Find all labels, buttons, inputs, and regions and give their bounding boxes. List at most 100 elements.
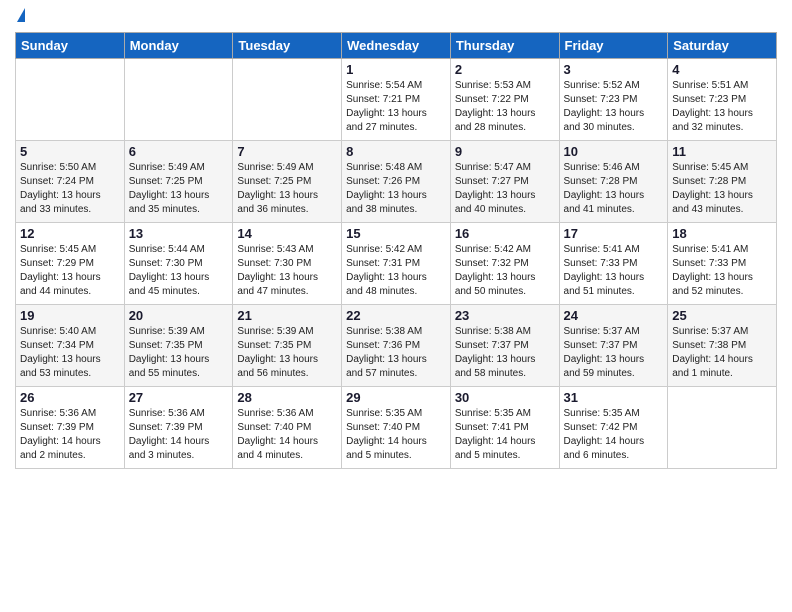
- weekday-header-cell: Sunday: [16, 33, 125, 59]
- day-info: Sunrise: 5:50 AMSunset: 7:24 PMDaylight:…: [20, 161, 120, 217]
- calendar-cell: 8 Sunrise: 5:48 AMSunset: 7:26 PMDaylight…: [342, 141, 451, 223]
- calendar-cell: [124, 59, 233, 141]
- day-number: 30: [455, 390, 555, 405]
- day-number: 20: [129, 308, 229, 323]
- day-number: 15: [346, 226, 446, 241]
- calendar-cell: 6 Sunrise: 5:49 AMSunset: 7:25 PMDaylight…: [124, 141, 233, 223]
- day-number: 4: [672, 62, 772, 77]
- calendar-week-row: 26 Sunrise: 5:36 AMSunset: 7:39 PMDayligh…: [16, 387, 777, 469]
- calendar-cell: 18Sunrise: 5:41 AMSunset: 7:33 PMDayligh…: [668, 223, 777, 305]
- calendar-cell: 10 Sunrise: 5:46 AMSunset: 7:28 PMDayligh…: [559, 141, 668, 223]
- day-number: 10: [564, 144, 664, 159]
- day-number: 25: [672, 308, 772, 323]
- day-number: 9: [455, 144, 555, 159]
- day-number: 5: [20, 144, 120, 159]
- calendar-cell: [16, 59, 125, 141]
- calendar-week-row: 12 Sunrise: 5:45 AMSunset: 7:29 PMDayligh…: [16, 223, 777, 305]
- day-info: Sunrise: 5:48 AMSunset: 7:26 PMDaylight:…: [346, 161, 446, 217]
- weekday-header-cell: Tuesday: [233, 33, 342, 59]
- day-number: 16: [455, 226, 555, 241]
- calendar-cell: 19 Sunrise: 5:40 AMSunset: 7:34 PMDayligh…: [16, 305, 125, 387]
- calendar-cell: 30 Sunrise: 5:35 AMSunset: 7:41 PMDayligh…: [450, 387, 559, 469]
- day-number: 8: [346, 144, 446, 159]
- day-info: Sunrise: 5:51 AMSunset: 7:23 PMDaylight:…: [672, 79, 772, 135]
- weekday-header-cell: Friday: [559, 33, 668, 59]
- day-info: Sunrise: 5:38 AMSunset: 7:36 PMDaylight:…: [346, 325, 446, 381]
- weekday-header-row: SundayMondayTuesdayWednesdayThursdayFrid…: [16, 33, 777, 59]
- calendar-cell: 9 Sunrise: 5:47 AMSunset: 7:27 PMDaylight…: [450, 141, 559, 223]
- day-info: Sunrise: 5:41 AMSunset: 7:33 PMDaylight:…: [564, 243, 664, 299]
- day-info: Sunrise: 5:35 AMSunset: 7:42 PMDaylight:…: [564, 407, 664, 463]
- calendar-cell: 2 Sunrise: 5:53 AMSunset: 7:22 PMDaylight…: [450, 59, 559, 141]
- day-info: Sunrise: 5:52 AMSunset: 7:23 PMDaylight:…: [564, 79, 664, 135]
- day-info: Sunrise: 5:45 AMSunset: 7:29 PMDaylight:…: [20, 243, 120, 299]
- day-info: Sunrise: 5:39 AMSunset: 7:35 PMDaylight:…: [237, 325, 337, 381]
- calendar-cell: 7 Sunrise: 5:49 AMSunset: 7:25 PMDaylight…: [233, 141, 342, 223]
- day-number: 7: [237, 144, 337, 159]
- day-info: Sunrise: 5:37 AMSunset: 7:38 PMDaylight:…: [672, 325, 772, 381]
- day-info: Sunrise: 5:40 AMSunset: 7:34 PMDaylight:…: [20, 325, 120, 381]
- calendar-cell: 14Sunrise: 5:43 AMSunset: 7:30 PMDayligh…: [233, 223, 342, 305]
- day-info: Sunrise: 5:44 AMSunset: 7:30 PMDaylight:…: [129, 243, 229, 299]
- day-info: Sunrise: 5:46 AMSunset: 7:28 PMDaylight:…: [564, 161, 664, 217]
- day-info: Sunrise: 5:37 AMSunset: 7:37 PMDaylight:…: [564, 325, 664, 381]
- calendar-cell: 21Sunrise: 5:39 AMSunset: 7:35 PMDayligh…: [233, 305, 342, 387]
- weekday-header-cell: Wednesday: [342, 33, 451, 59]
- day-info: Sunrise: 5:54 AMSunset: 7:21 PMDaylight:…: [346, 79, 446, 135]
- calendar-cell: 12 Sunrise: 5:45 AMSunset: 7:29 PMDayligh…: [16, 223, 125, 305]
- day-number: 19: [20, 308, 120, 323]
- day-number: 13: [129, 226, 229, 241]
- calendar-cell: 13 Sunrise: 5:44 AMSunset: 7:30 PMDayligh…: [124, 223, 233, 305]
- day-number: 22: [346, 308, 446, 323]
- logo-triangle-icon: [17, 8, 25, 22]
- calendar-week-row: 1Sunrise: 5:54 AMSunset: 7:21 PMDaylight…: [16, 59, 777, 141]
- calendar-cell: 4 Sunrise: 5:51 AMSunset: 7:23 PMDaylight…: [668, 59, 777, 141]
- day-info: Sunrise: 5:49 AMSunset: 7:25 PMDaylight:…: [237, 161, 337, 217]
- header-row: [15, 10, 777, 24]
- day-info: Sunrise: 5:36 AMSunset: 7:40 PMDaylight:…: [237, 407, 337, 463]
- calendar-cell: 29 Sunrise: 5:35 AMSunset: 7:40 PMDayligh…: [342, 387, 451, 469]
- calendar-cell: 15 Sunrise: 5:42 AMSunset: 7:31 PMDayligh…: [342, 223, 451, 305]
- calendar-week-row: 19 Sunrise: 5:40 AMSunset: 7:34 PMDayligh…: [16, 305, 777, 387]
- day-number: 2: [455, 62, 555, 77]
- day-info: Sunrise: 5:42 AMSunset: 7:31 PMDaylight:…: [346, 243, 446, 299]
- calendar-week-row: 5 Sunrise: 5:50 AMSunset: 7:24 PMDaylight…: [16, 141, 777, 223]
- day-info: Sunrise: 5:38 AMSunset: 7:37 PMDaylight:…: [455, 325, 555, 381]
- day-number: 11: [672, 144, 772, 159]
- day-number: 17: [564, 226, 664, 241]
- calendar-cell: 11 Sunrise: 5:45 AMSunset: 7:28 PMDayligh…: [668, 141, 777, 223]
- calendar-cell: 22 Sunrise: 5:38 AMSunset: 7:36 PMDayligh…: [342, 305, 451, 387]
- calendar-cell: 20Sunrise: 5:39 AMSunset: 7:35 PMDayligh…: [124, 305, 233, 387]
- day-info: Sunrise: 5:41 AMSunset: 7:33 PMDaylight:…: [672, 243, 772, 299]
- calendar-cell: 28Sunrise: 5:36 AMSunset: 7:40 PMDayligh…: [233, 387, 342, 469]
- calendar-cell: 3Sunrise: 5:52 AMSunset: 7:23 PMDaylight…: [559, 59, 668, 141]
- day-info: Sunrise: 5:42 AMSunset: 7:32 PMDaylight:…: [455, 243, 555, 299]
- calendar-cell: [668, 387, 777, 469]
- day-number: 12: [20, 226, 120, 241]
- day-number: 6: [129, 144, 229, 159]
- day-number: 24: [564, 308, 664, 323]
- day-info: Sunrise: 5:35 AMSunset: 7:41 PMDaylight:…: [455, 407, 555, 463]
- weekday-header-cell: Monday: [124, 33, 233, 59]
- calendar-cell: 16 Sunrise: 5:42 AMSunset: 7:32 PMDayligh…: [450, 223, 559, 305]
- calendar-cell: 27 Sunrise: 5:36 AMSunset: 7:39 PMDayligh…: [124, 387, 233, 469]
- weekday-header-cell: Saturday: [668, 33, 777, 59]
- day-info: Sunrise: 5:35 AMSunset: 7:40 PMDaylight:…: [346, 407, 446, 463]
- calendar-cell: 23 Sunrise: 5:38 AMSunset: 7:37 PMDayligh…: [450, 305, 559, 387]
- day-info: Sunrise: 5:36 AMSunset: 7:39 PMDaylight:…: [20, 407, 120, 463]
- day-number: 26: [20, 390, 120, 405]
- calendar-cell: 1Sunrise: 5:54 AMSunset: 7:21 PMDaylight…: [342, 59, 451, 141]
- calendar-cell: 31Sunrise: 5:35 AMSunset: 7:42 PMDayligh…: [559, 387, 668, 469]
- day-number: 29: [346, 390, 446, 405]
- calendar-cell: 24 Sunrise: 5:37 AMSunset: 7:37 PMDayligh…: [559, 305, 668, 387]
- day-info: Sunrise: 5:36 AMSunset: 7:39 PMDaylight:…: [129, 407, 229, 463]
- day-info: Sunrise: 5:45 AMSunset: 7:28 PMDaylight:…: [672, 161, 772, 217]
- calendar-cell: [233, 59, 342, 141]
- weekday-header-cell: Thursday: [450, 33, 559, 59]
- day-info: Sunrise: 5:47 AMSunset: 7:27 PMDaylight:…: [455, 161, 555, 217]
- day-info: Sunrise: 5:49 AMSunset: 7:25 PMDaylight:…: [129, 161, 229, 217]
- day-info: Sunrise: 5:43 AMSunset: 7:30 PMDaylight:…: [237, 243, 337, 299]
- day-number: 27: [129, 390, 229, 405]
- day-number: 23: [455, 308, 555, 323]
- day-info: Sunrise: 5:53 AMSunset: 7:22 PMDaylight:…: [455, 79, 555, 135]
